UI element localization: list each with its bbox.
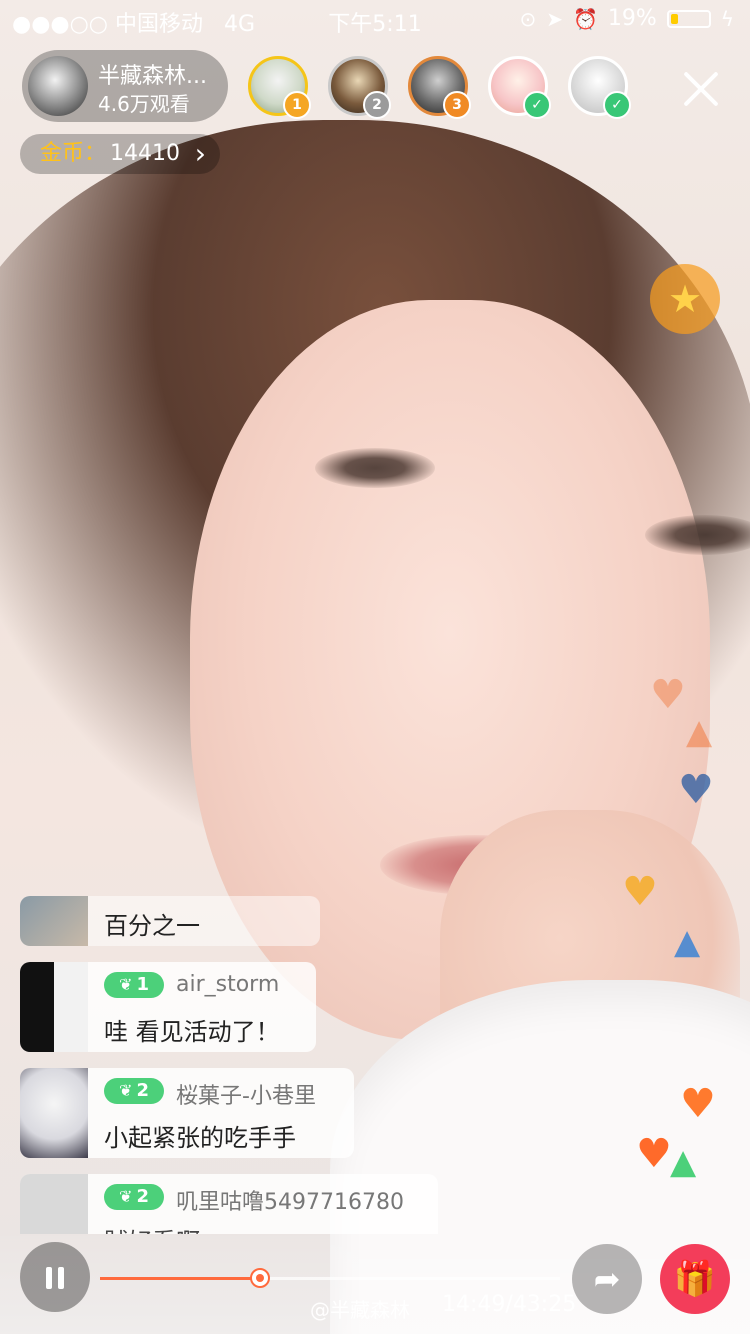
chat-text: 小起紧张的吃手手 — [104, 1124, 296, 1152]
chat-avatar[interactable] — [20, 962, 88, 1052]
top-viewer-avatar[interactable]: ✓ — [568, 56, 631, 119]
coin-balance-pill[interactable]: 金币： 14410 › — [20, 134, 220, 174]
host-name: 半藏森林... — [98, 64, 207, 89]
pause-button[interactable] — [20, 1242, 90, 1312]
top-viewer-avatar[interactable]: ✓ — [488, 56, 551, 119]
playback-time: 14:49/43:25 — [442, 1292, 577, 1317]
coin-value: 14410 — [110, 141, 181, 166]
rank-badge: 1 — [283, 91, 311, 119]
charging-bolt-icon: ϟ — [720, 6, 734, 31]
battery-fill — [670, 13, 678, 24]
battery-icon — [666, 9, 711, 28]
top-viewer-avatar[interactable]: 3 — [408, 56, 471, 119]
location-arrow-icon: ➤ — [546, 6, 563, 31]
thumbs-up-icon: ▲ — [686, 712, 713, 752]
leaf-icon: ❦ — [119, 1081, 133, 1100]
close-icon[interactable] — [680, 68, 722, 110]
thumbs-up-icon: ▲ — [674, 922, 701, 962]
status-bar: ●●●○○ 中国移动 4G 下午5:11 ⊙ ➤ ⏰ 19% ϟ — [0, 0, 750, 40]
share-icon[interactable]: ➦ — [572, 1244, 642, 1314]
top-viewer-avatar[interactable]: 2 — [328, 56, 391, 119]
chat-text: 哇 看见活动了！ — [104, 1018, 280, 1046]
host-info-pill[interactable]: 半藏森林... 4.6万观看 — [22, 50, 228, 122]
chat-avatar[interactable] — [20, 1068, 88, 1158]
chat-message: ❦2 叽里咕噜5497716780 賊好看啊 — [20, 1174, 438, 1234]
gift-icon[interactable]: 🎁 — [660, 1244, 730, 1314]
star-icon[interactable]: ★ — [650, 264, 720, 334]
pause-icon-bar — [58, 1267, 64, 1289]
user-level-badge: ❦ 2 — [104, 1078, 164, 1104]
chat-message: 百分之一 — [20, 896, 320, 946]
video-eye-left — [315, 448, 435, 488]
heart-icon: ♥ — [650, 672, 686, 718]
playback-progress-fill — [100, 1277, 261, 1280]
coin-label: 金币： — [40, 141, 107, 166]
chat-text: 百分之一 — [104, 912, 200, 940]
orientation-lock-icon: ⊙ — [519, 6, 537, 31]
user-level-badge: ❦ 1 — [104, 972, 164, 998]
battery-percent: 19% — [607, 6, 657, 31]
thumbs-up-icon: ▲ — [670, 1142, 697, 1182]
pause-icon-bar — [46, 1267, 52, 1289]
host-viewer-count: 4.6万观看 — [98, 92, 190, 116]
heart-icon: ♥ — [636, 1131, 672, 1177]
rank-badge: 3 — [443, 91, 471, 119]
chat-message: ❦ 1 air_storm 哇 看见活动了！ — [20, 962, 316, 1052]
chat-message: ❦ 2 桜菓子-小巷里 小起紧张的吃手手 — [20, 1068, 354, 1158]
chat-username[interactable]: 桜菓子-小巷里 — [176, 1078, 316, 1110]
chat-username[interactable]: air_storm — [176, 972, 279, 997]
chevron-right-icon: › — [194, 137, 206, 170]
verified-badge-icon: ✓ — [603, 91, 631, 119]
leaf-icon: ❦ — [119, 975, 133, 994]
leaf-icon: ❦ — [119, 1187, 133, 1206]
status-right-group: ⊙ ➤ ⏰ 19% ϟ — [519, 6, 734, 31]
verified-badge-icon: ✓ — [523, 91, 551, 119]
chat-avatar[interactable] — [20, 896, 88, 946]
chat-avatar[interactable] — [20, 1174, 88, 1234]
user-level-badge: ❦ 2 — [104, 1184, 164, 1210]
top-viewer-avatar[interactable]: 1 — [248, 56, 311, 119]
weibo-watermark: @半藏森林 — [310, 1298, 410, 1322]
rank-badge: 2 — [363, 91, 391, 119]
heart-icon: ♥ — [622, 869, 658, 915]
heart-icon: ♥ — [678, 767, 714, 813]
chat-username[interactable]: 叽里咕噜5497716780 — [176, 1184, 404, 1216]
playback-progress-bar[interactable] — [100, 1268, 560, 1288]
alarm-icon: ⏰ — [572, 6, 598, 31]
heart-icon: ♥ — [680, 1081, 716, 1127]
host-avatar[interactable] — [28, 56, 88, 116]
